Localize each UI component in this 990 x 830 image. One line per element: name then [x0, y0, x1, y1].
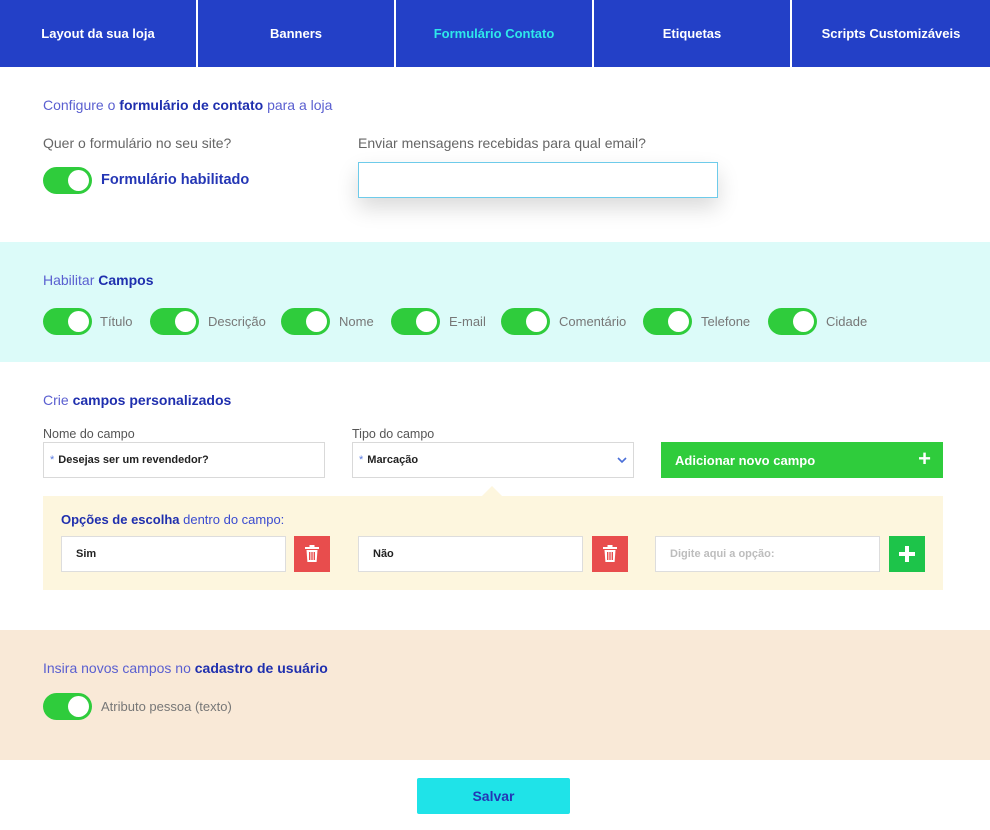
required-star: * — [359, 454, 364, 466]
label-cidade: Cidade — [826, 314, 868, 329]
options-title-text: dentro do campo: — [179, 512, 285, 527]
field-type-select[interactable]: * Marcação — [352, 442, 634, 478]
tab-banners[interactable]: Banners — [198, 0, 396, 67]
option-input-1[interactable]: Sim — [61, 536, 286, 572]
title-text-end: para a loja — [263, 97, 333, 113]
title-text: Habilitar — [43, 272, 99, 288]
field-type-value: Marcação — [367, 454, 419, 466]
enable-fields-section: Habilitar Campos Título Descrição Nome E… — [0, 242, 990, 362]
label-descricao: Descrição — [208, 314, 266, 329]
toggle-cidade[interactable] — [768, 308, 817, 335]
email-label: Enviar mensagens recebidas para qual ema… — [358, 135, 646, 151]
enable-fields-title: Habilitar Campos — [43, 272, 153, 288]
toggle-telefone[interactable] — [643, 308, 692, 335]
toggle-nome[interactable] — [281, 308, 330, 335]
user-registration-section: Insira novos campos no cadastro de usuár… — [0, 630, 990, 760]
contact-form-section: Configure o formulário de contato para a… — [0, 67, 990, 242]
person-attribute-toggle[interactable] — [43, 693, 92, 720]
add-field-label: Adicionar novo campo — [675, 452, 816, 468]
add-option-button[interactable] — [889, 536, 925, 572]
title-bold: campos personalizados — [72, 392, 232, 408]
toggle-comentario[interactable] — [501, 308, 550, 335]
tab-bar: Layout da sua loja Banners Formulário Co… — [0, 0, 990, 67]
field-name-value: Desejas ser um revendedor? — [58, 454, 209, 466]
label-nome: Nome — [339, 314, 374, 329]
field-name-input[interactable]: * Desejas ser um revendedor? — [43, 442, 325, 478]
title-text: Crie — [43, 392, 73, 408]
options-box: Opções de escolha dentro do campo: Sim N… — [43, 496, 943, 590]
user-registration-title: Insira novos campos no cadastro de usuár… — [43, 660, 328, 676]
option-input-2[interactable]: Não — [358, 536, 583, 572]
email-input[interactable] — [358, 162, 718, 198]
field-type-label: Tipo do campo — [352, 427, 435, 441]
title-bold: formulário de contato — [119, 97, 264, 113]
custom-fields-section: Crie campos personalizados Nome do campo… — [0, 362, 990, 630]
options-title: Opções de escolha dentro do campo: — [61, 512, 284, 527]
label-telefone: Telefone — [701, 314, 751, 329]
form-enabled-label: Formulário habilitado — [101, 172, 250, 188]
title-bold: Campos — [98, 272, 154, 288]
contact-form-title: Configure o formulário de contato para a… — [43, 97, 332, 113]
custom-fields-title: Crie campos personalizados — [43, 392, 231, 408]
required-star: * — [50, 454, 55, 466]
plus-icon — [899, 546, 915, 562]
trash-icon — [603, 545, 617, 562]
delete-option-1-button[interactable] — [294, 536, 330, 572]
toggle-descricao[interactable] — [150, 308, 199, 335]
option-2-value: Não — [373, 548, 394, 560]
new-option-input[interactable]: Digite aqui a opção: — [655, 536, 880, 572]
form-question-label: Quer o formulário no seu site? — [43, 135, 232, 151]
label-comentario: Comentário — [559, 314, 627, 329]
tab-labels[interactable]: Etiquetas — [594, 0, 792, 67]
add-field-button[interactable]: Adicionar novo campo + — [661, 442, 943, 478]
save-section: Salvar — [0, 760, 990, 830]
save-button[interactable]: Salvar — [417, 778, 570, 814]
tab-layout[interactable]: Layout da sua loja — [0, 0, 198, 67]
field-name-label: Nome do campo — [43, 427, 135, 441]
new-option-placeholder: Digite aqui a opção: — [670, 548, 775, 560]
title-text: Insira novos campos no — [43, 660, 195, 676]
form-enabled-toggle[interactable] — [43, 167, 92, 194]
toggle-email[interactable] — [391, 308, 440, 335]
toggle-titulo[interactable] — [43, 308, 92, 335]
person-attribute-label: Atributo pessoa (texto) — [101, 699, 232, 714]
trash-icon — [305, 545, 319, 562]
options-notch — [482, 486, 502, 496]
option-1-value: Sim — [76, 548, 97, 560]
label-email: E-mail — [449, 314, 486, 329]
plus-icon: + — [918, 446, 931, 471]
delete-option-2-button[interactable] — [592, 536, 628, 572]
title-text: Configure o — [43, 97, 120, 113]
chevron-down-icon — [617, 457, 627, 464]
tab-contact-form[interactable]: Formulário Contato — [396, 0, 594, 67]
label-titulo: Título — [100, 314, 133, 329]
options-title-bold: Opções de escolha — [61, 512, 180, 527]
page: Layout da sua loja Banners Formulário Co… — [0, 0, 990, 830]
tab-custom-scripts[interactable]: Scripts Customizáveis — [792, 0, 990, 67]
title-bold: cadastro de usuário — [194, 660, 328, 676]
